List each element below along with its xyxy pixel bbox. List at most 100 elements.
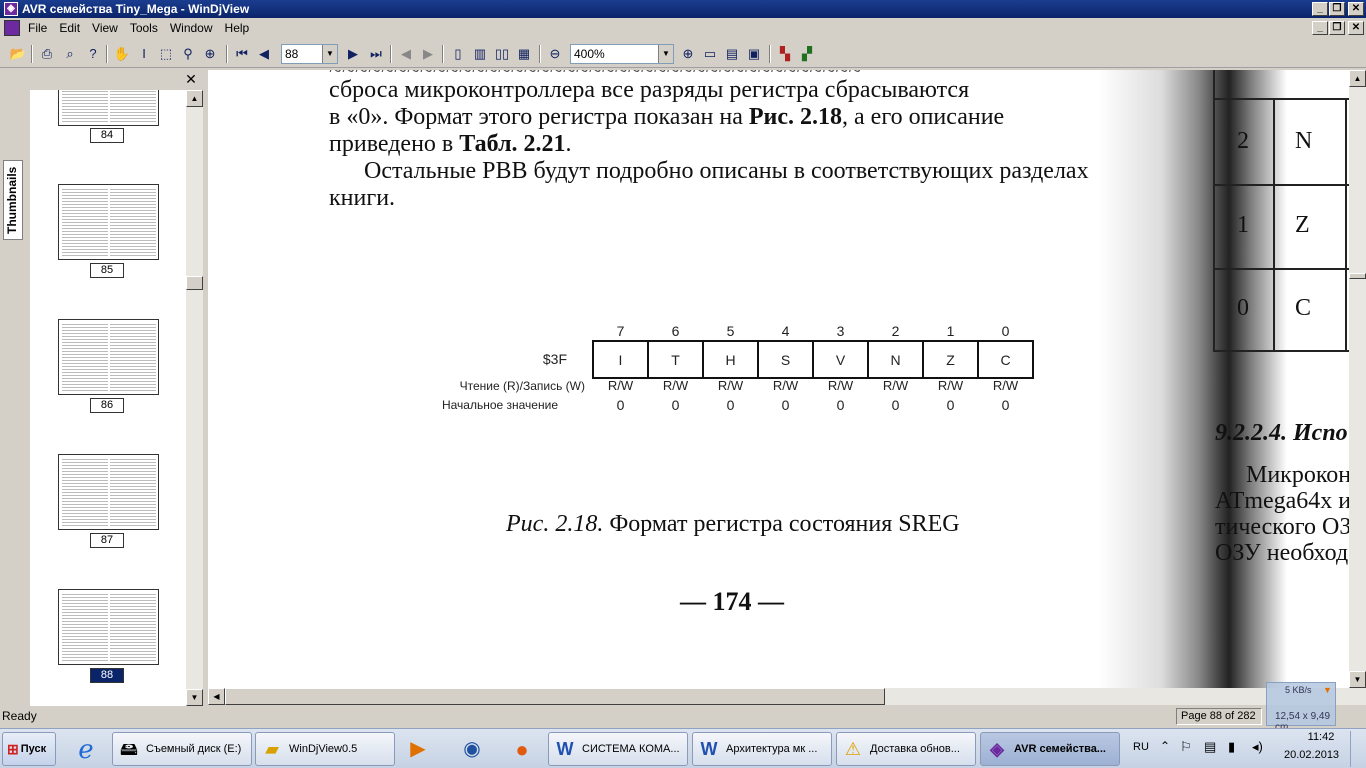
prev-page-icon[interactable]: ◀ xyxy=(254,44,274,64)
task-label: AVR семейства... xyxy=(1014,743,1106,755)
thumbnail-page[interactable] xyxy=(58,90,159,126)
zoom-combo[interactable]: 400% ▼ xyxy=(570,44,674,64)
task-removable-disk[interactable]: 🖴 Съемный диск (E:) xyxy=(112,732,252,766)
bit-initial-value: 0 xyxy=(617,397,625,413)
scroll-down-icon[interactable]: ▼ xyxy=(1349,671,1366,688)
internet-explorer-icon[interactable]: ℯ xyxy=(70,733,102,765)
doc-para-line: Остальные РВВ будут подробно описаны в с… xyxy=(364,158,1089,184)
first-page-icon[interactable]: ⏮ xyxy=(232,44,252,64)
tab-thumbnails[interactable]: Thumbnails xyxy=(3,160,23,240)
fit-page-icon[interactable]: ▣ xyxy=(744,44,764,64)
last-page-icon[interactable]: ⏭ xyxy=(366,44,386,64)
next-page-icon[interactable]: ▶ xyxy=(343,44,363,64)
folder-icon: ▰ xyxy=(265,739,279,759)
task-word-arkhitektura[interactable]: W Архитектура мк ... xyxy=(692,732,832,766)
scroll-left-icon[interactable]: ◀ xyxy=(208,688,225,705)
clock-time[interactable]: 11:42 xyxy=(1298,731,1344,743)
thumbnail-number-selected[interactable]: 88 xyxy=(90,668,124,683)
open-icon[interactable]: 📂 xyxy=(8,44,28,64)
menu-file[interactable]: File xyxy=(22,21,53,35)
fit-width-icon[interactable]: ▤ xyxy=(722,44,742,64)
restore-button[interactable]: ❐ xyxy=(1329,2,1345,16)
clock-date[interactable]: 20.02.2013 xyxy=(1284,749,1339,761)
app-launcher-icon[interactable]: ◉ xyxy=(458,735,486,763)
continuous-icon[interactable]: ▥ xyxy=(470,44,490,64)
minimize-button[interactable]: _ xyxy=(1312,2,1328,16)
chevron-down-icon[interactable]: ▼ xyxy=(322,45,337,63)
doc-restore-button[interactable]: ❐ xyxy=(1329,21,1345,35)
color-mode-icon[interactable]: ▚ xyxy=(775,44,795,64)
volume-icon[interactable]: ◂) xyxy=(1252,739,1263,755)
find-icon[interactable]: ⌕ xyxy=(60,44,80,64)
print-icon[interactable]: ⎙ xyxy=(37,44,57,64)
close-icon[interactable]: ✕ xyxy=(184,72,198,86)
bit-initial-value: 0 xyxy=(782,397,790,413)
page-number: — 174 — xyxy=(680,587,784,616)
menu-view[interactable]: View xyxy=(86,21,124,35)
device-icon[interactable]: ▤ xyxy=(1204,739,1216,755)
firefox-icon[interactable]: ● xyxy=(507,735,537,765)
scroll-thumb[interactable] xyxy=(225,688,885,705)
zoom-rect-icon[interactable]: ⊕ xyxy=(200,44,220,64)
scroll-up-icon[interactable]: ▲ xyxy=(186,90,203,107)
pan-hand-icon[interactable]: ✋ xyxy=(112,44,132,64)
text-select-icon[interactable]: I xyxy=(134,44,154,64)
single-page-icon[interactable]: ▯ xyxy=(448,44,468,64)
task-windjview-avr[interactable]: ◈ AVR семейства... xyxy=(980,732,1120,766)
continuous-facing-icon[interactable]: ▦ xyxy=(514,44,534,64)
right-page-table: 2 N 1 Z 0 C xyxy=(1213,70,1350,352)
thumbnail-number[interactable]: 86 xyxy=(90,398,124,413)
task-word-sistema[interactable]: W СИСТЕМА КОМА... xyxy=(548,732,688,766)
close-button[interactable]: ✕ xyxy=(1348,2,1364,16)
menu-help[interactable]: Help xyxy=(219,21,256,35)
display-mode-icon[interactable]: ▞ xyxy=(797,44,817,64)
document-horizontal-scrollbar[interactable]: ◀ xyxy=(208,688,1366,705)
thumbnail-scrollbar[interactable]: ▲ ▼ xyxy=(186,90,203,706)
doc-text-run: приведено в xyxy=(329,131,460,157)
menu-tools[interactable]: Tools xyxy=(124,21,164,35)
scroll-down-icon[interactable]: ▼ xyxy=(186,689,203,706)
facing-icon[interactable]: ▯▯ xyxy=(492,44,512,64)
thumbnail-page[interactable] xyxy=(58,589,159,665)
zoom-icon[interactable]: ⚲ xyxy=(178,44,198,64)
bit-name: S xyxy=(781,352,790,368)
thumbnail-number[interactable]: 85 xyxy=(90,263,124,278)
doc-minimize-button[interactable]: _ xyxy=(1312,21,1328,35)
net-speed: 5 KB/s xyxy=(1285,685,1312,695)
show-hidden-icons[interactable]: ⌃ xyxy=(1160,739,1170,753)
media-player-icon[interactable]: ▶ xyxy=(404,735,432,763)
network-icon[interactable]: ▮ xyxy=(1228,739,1235,755)
document-icon[interactable] xyxy=(4,20,20,36)
back-icon[interactable]: ◀ xyxy=(396,44,416,64)
menu-edit[interactable]: Edit xyxy=(53,21,86,35)
rect-select-icon[interactable]: ⬚ xyxy=(156,44,176,64)
forward-icon[interactable]: ▶ xyxy=(418,44,438,64)
show-desktop-button[interactable] xyxy=(1350,731,1364,767)
task-windjview-folder[interactable]: ▰ WinDjView0.5 xyxy=(255,732,395,766)
help-icon[interactable]: ? xyxy=(83,44,103,64)
thumbnail-number[interactable]: 84 xyxy=(90,128,124,143)
sreg-register-diagram: $3F Чтение (R)/Запись (W) Начальное значен… xyxy=(442,323,1034,413)
page-number-combo[interactable]: 88 ▼ xyxy=(281,44,338,64)
scroll-up-icon[interactable]: ▲ xyxy=(1349,70,1366,87)
start-button[interactable]: ⊞ Пуск xyxy=(2,732,56,766)
windows-logo-icon: ⊞ xyxy=(7,740,19,757)
doc-close-button[interactable]: ✕ xyxy=(1348,21,1364,35)
flag-icon[interactable]: ⚐ xyxy=(1180,739,1192,755)
thumbnail-number[interactable]: 87 xyxy=(90,533,124,548)
task-updates[interactable]: ⚠ Доставка обнов... xyxy=(836,732,976,766)
menu-window[interactable]: Window xyxy=(164,21,219,35)
zoom-in-icon[interactable]: ⊕ xyxy=(678,44,698,64)
chevron-down-icon[interactable]: ▼ xyxy=(658,45,673,63)
language-indicator[interactable]: RU xyxy=(1133,741,1149,753)
scroll-thumb[interactable] xyxy=(186,276,203,290)
actual-size-icon[interactable]: ▭ xyxy=(700,44,720,64)
thumbnail-page[interactable] xyxy=(58,454,159,530)
zoom-out-icon[interactable]: ⊖ xyxy=(545,44,565,64)
document-vertical-scrollbar[interactable]: ▲ ▼ xyxy=(1349,70,1366,688)
scroll-thumb[interactable] xyxy=(1349,273,1366,279)
document-view[interactable]: ~~~~~~~~~~~~~~~~~~~~~~~~~~~~~~~~~~~~~~~~… xyxy=(208,70,1350,688)
bit-access: R/W xyxy=(773,378,799,393)
thumbnail-page[interactable] xyxy=(58,184,159,260)
thumbnail-page[interactable] xyxy=(58,319,159,395)
